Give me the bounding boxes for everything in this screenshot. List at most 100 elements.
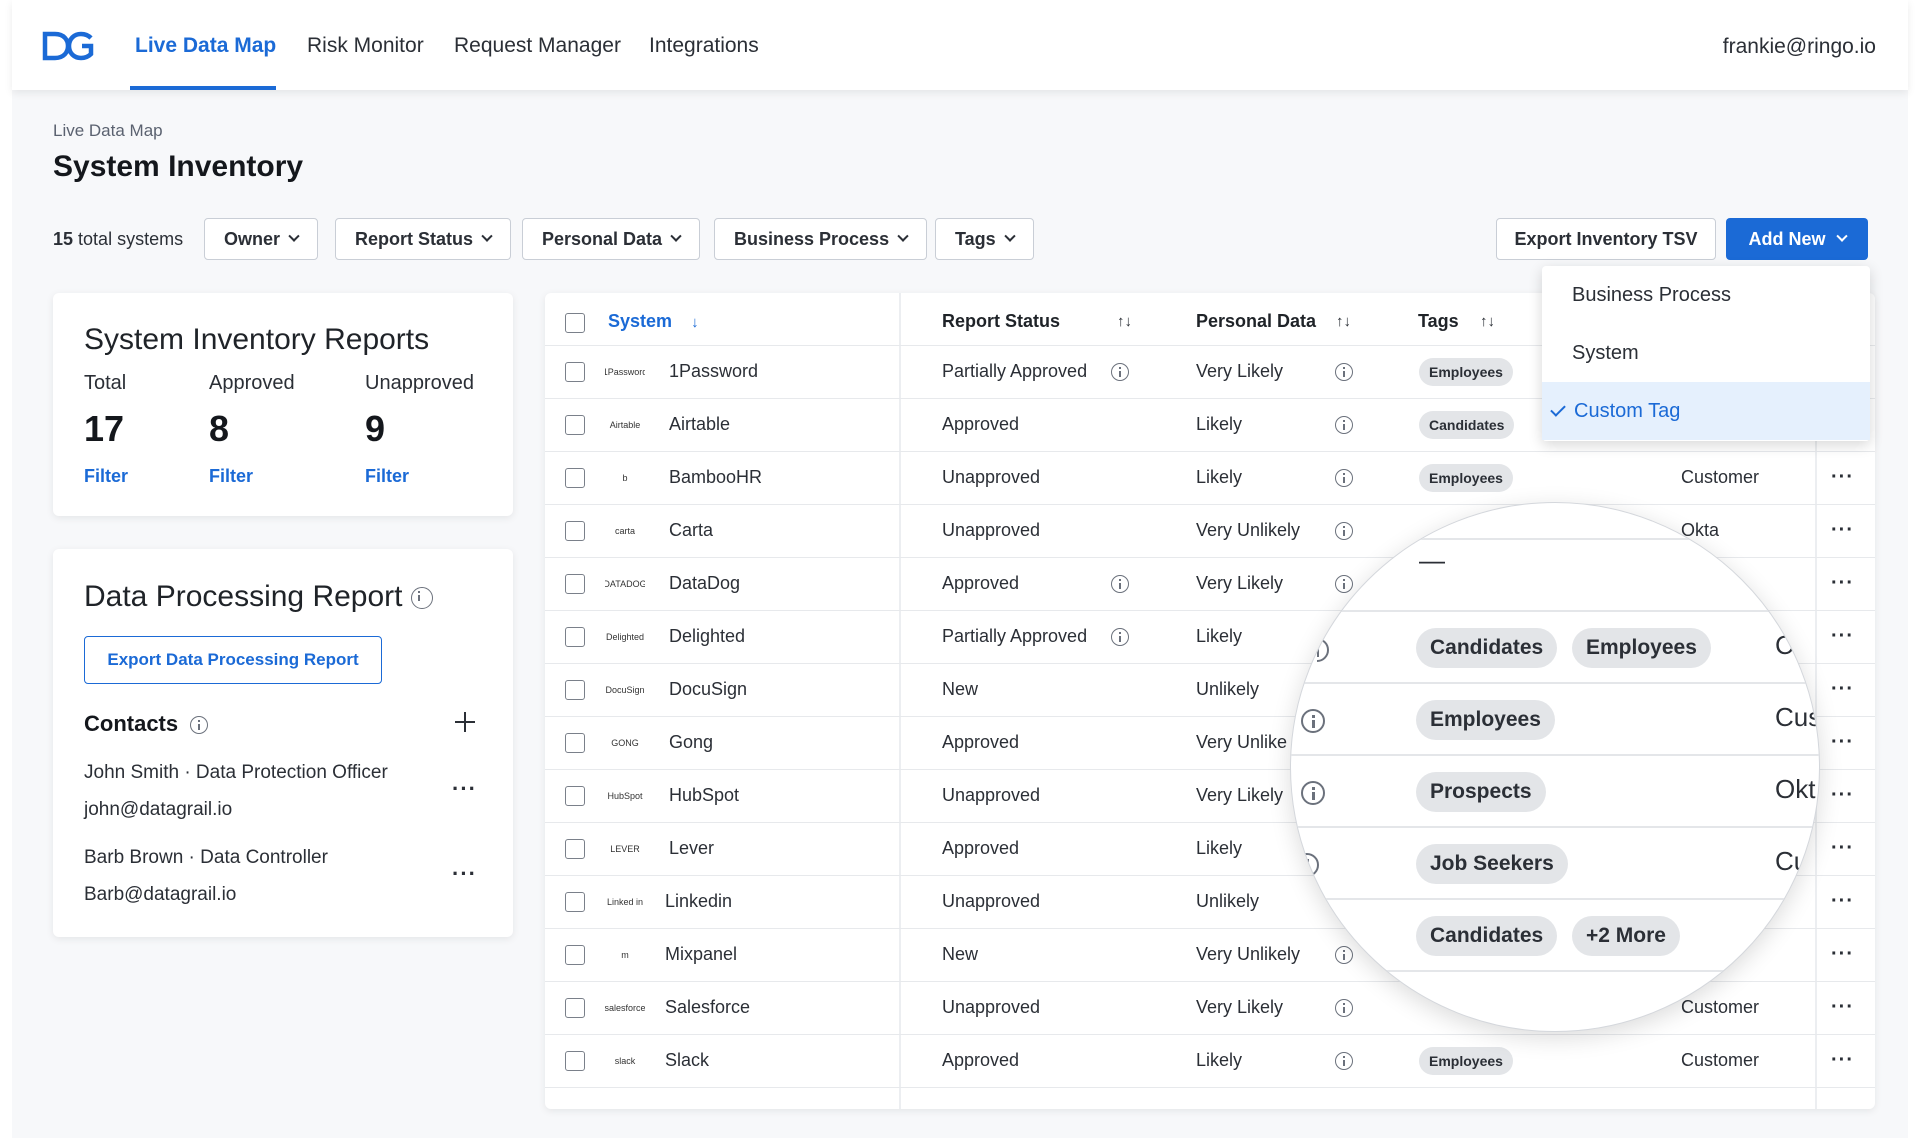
mag-tag: Employees [1572,628,1711,668]
info-icon[interactable] [1111,627,1129,646]
row-checkbox[interactable] [565,626,585,647]
nav-request-manager[interactable]: Request Manager [454,34,621,58]
report-status-filter-button[interactable]: Report Status [335,218,512,260]
header-personal-data[interactable]: Personal Data [1196,311,1316,332]
info-icon[interactable] [1335,468,1353,487]
add-new-button[interactable]: Add New [1726,218,1868,260]
contact-1-email: john@datagrail.io [84,799,233,820]
header-system[interactable]: System ↓ [608,311,699,332]
row-checkbox[interactable] [565,467,585,488]
info-icon[interactable] [410,587,433,610]
breadcrumb[interactable]: Live Data Map [53,121,163,141]
stat-total-value: 17 [84,408,125,449]
row-checkbox[interactable] [565,732,585,753]
info-icon[interactable] [1335,574,1353,593]
system-logo-icon: slack [614,1055,636,1066]
info-icon[interactable] [190,716,209,735]
row-checkbox[interactable] [565,414,585,435]
tags-filter-button[interactable]: Tags [935,218,1034,260]
mag-more-tag[interactable]: +2 More [1572,916,1680,956]
contact-2-more-icon[interactable]: ··· [452,863,477,885]
row-more-icon[interactable]: ··· [1831,679,1854,699]
user-email[interactable]: frankie@ringo.io [1723,35,1876,59]
system-name[interactable]: DocuSign [669,679,747,700]
info-icon[interactable] [1335,415,1353,434]
row-checkbox[interactable] [565,1050,585,1071]
system-logo-icon: Delighted [605,631,645,642]
info-icon[interactable] [1301,709,1325,733]
nav-integrations[interactable]: Integrations [649,34,759,58]
row-more-icon[interactable]: ··· [1831,891,1854,911]
system-name[interactable]: Airtable [669,414,730,435]
row-checkbox[interactable] [565,679,585,700]
nav-risk-monitor[interactable]: Risk Monitor [307,34,424,58]
filter-approved-link[interactable]: Filter [209,466,253,487]
header-report-status[interactable]: Report Status [942,311,1060,332]
info-icon[interactable] [1335,1051,1353,1070]
info-icon[interactable] [1301,781,1325,805]
report-status: Unapproved [942,996,1041,1017]
owner-filter-button[interactable]: Owner [204,218,319,260]
system-name[interactable]: Mixpanel [665,944,737,965]
system-name[interactable]: BambooHR [669,467,762,488]
contact-2-email: Barb@datagrail.io [84,884,237,905]
add-contact-plus-icon[interactable] [455,712,475,732]
row-checkbox[interactable] [565,361,585,382]
row-more-icon[interactable]: ··· [1831,520,1854,540]
system-name[interactable]: Salesforce [665,997,750,1018]
personal-data-filter-button[interactable]: Personal Data [522,218,701,260]
system-name[interactable]: Carta [669,520,713,541]
header-tags[interactable]: Tags [1418,311,1459,332]
info-icon[interactable] [1335,998,1353,1017]
info-icon[interactable] [1111,574,1129,593]
menu-item-business-process[interactable]: Business Process [1542,266,1870,324]
system-name[interactable]: 1Password [669,361,758,382]
info-icon[interactable] [1111,362,1129,381]
sort-desc-icon[interactable]: ↓ [691,314,699,331]
select-all-checkbox[interactable] [565,313,585,333]
export-inventory-button[interactable]: Export Inventory TSV [1496,218,1716,260]
system-name[interactable]: HubSpot [669,785,739,806]
system-name[interactable]: DataDog [669,573,740,594]
nav-live-data-map[interactable]: Live Data Map [135,34,276,58]
row-more-icon[interactable]: ··· [1831,467,1854,487]
menu-item-custom-tag[interactable]: Custom Tag [1542,382,1870,440]
row-more-icon[interactable]: ··· [1831,732,1854,752]
business-process-filter-button[interactable]: Business Process [714,218,928,260]
row-more-icon[interactable]: ··· [1831,626,1854,646]
filter-total-link[interactable]: Filter [84,466,128,487]
system-name[interactable]: Slack [665,1050,709,1071]
row-more-icon[interactable]: ··· [1831,573,1854,593]
personal-data: Very Likely [1196,572,1284,593]
system-logo-icon: 1Password [605,366,645,377]
filter-unapproved-link[interactable]: Filter [365,466,409,487]
info-icon[interactable] [1335,362,1353,381]
row-more-icon[interactable]: ··· [1831,1050,1854,1070]
system-name[interactable]: Gong [669,732,713,753]
system-name[interactable]: Lever [669,838,714,859]
sort-icon[interactable]: ↑↓ [1336,313,1351,330]
contact-1-more-icon[interactable]: ··· [452,778,477,800]
info-icon[interactable] [1335,521,1353,540]
personal-data: Very Likely [1196,360,1284,381]
row-checkbox[interactable] [565,891,585,912]
row-more-icon[interactable]: ··· [1831,785,1854,805]
system-name[interactable]: Linkedin [665,891,732,912]
datagrail-logo-icon[interactable] [42,30,94,62]
row-checkbox[interactable] [565,838,585,859]
export-data-processing-button[interactable]: Export Data Processing Report [84,636,382,684]
row-checkbox[interactable] [565,573,585,594]
system-name[interactable]: Delighted [669,626,745,647]
row-more-icon[interactable]: ··· [1831,838,1854,858]
sort-icon[interactable]: ↑↓ [1480,313,1495,330]
sort-icon[interactable]: ↑↓ [1117,313,1132,330]
row-checkbox[interactable] [565,944,585,965]
row-more-icon[interactable]: ··· [1831,997,1854,1017]
row-checkbox[interactable] [565,997,585,1018]
row-checkbox[interactable] [565,520,585,541]
row-checkbox[interactable] [565,785,585,806]
menu-item-system[interactable]: System [1542,324,1870,382]
report-status: Approved [942,572,1020,593]
row-more-icon[interactable]: ··· [1831,944,1854,964]
info-icon[interactable] [1335,945,1353,964]
